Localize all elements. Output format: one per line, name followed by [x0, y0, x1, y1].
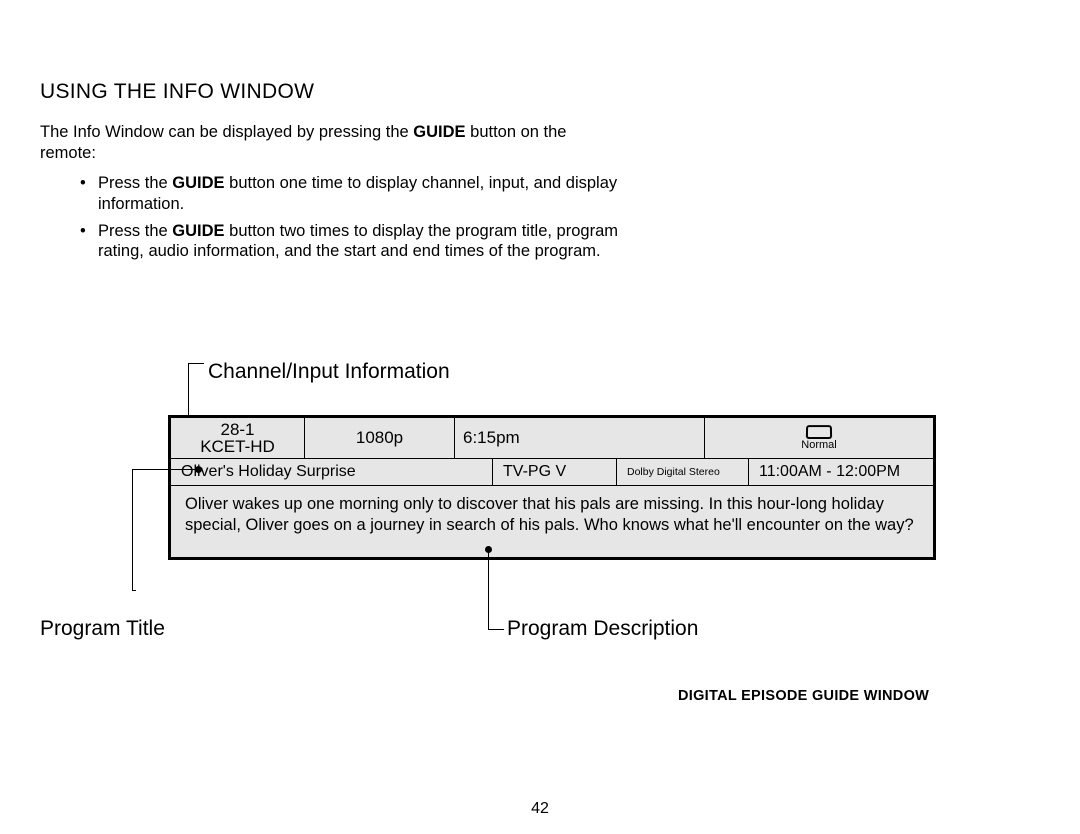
resolution-cell: 1080p — [305, 418, 455, 458]
info-row-program: Oliver's Holiday Surprise TV-PG V Dolby … — [171, 459, 933, 486]
info-row-channel: 28-1 KCET-HD 1080p 6:15pm Normal — [171, 418, 933, 459]
program-description-cell: Oliver wakes up one morning only to disc… — [171, 486, 933, 557]
channel-name: KCET-HD — [200, 438, 275, 455]
section-heading: USING THE INFO WINDOW — [40, 80, 1040, 104]
leader-line — [132, 469, 198, 470]
bullet-text-a: Press the — [98, 174, 172, 192]
list-item: • Press the GUIDE button one time to dis… — [80, 173, 620, 214]
leader-line — [488, 549, 489, 629]
aspect-label: Normal — [801, 440, 836, 451]
callout-program-description: Program Description — [507, 617, 698, 641]
clock-cell: 6:15pm — [455, 418, 705, 458]
callout-channel-info: Channel/Input Information — [208, 360, 450, 384]
intro-text-a: The Info Window can be displayed by pres… — [40, 123, 413, 141]
leader-line — [188, 363, 204, 364]
list-item: • Press the GUIDE button two times to di… — [80, 221, 620, 262]
program-title-cell: Oliver's Holiday Surprise — [171, 459, 493, 485]
page-number: 42 — [0, 800, 1080, 818]
bullet-text-a: Press the — [98, 222, 172, 240]
info-window: 28-1 KCET-HD 1080p 6:15pm Normal Oliver'… — [168, 415, 936, 560]
intro-text-bold: GUIDE — [413, 123, 465, 141]
leader-line — [132, 469, 133, 590]
bullet-list: • Press the GUIDE button one time to dis… — [80, 173, 620, 262]
times-cell: 11:00AM - 12:00PM — [749, 459, 933, 485]
channel-cell: 28-1 KCET-HD — [171, 418, 305, 458]
bullet-text-bold: GUIDE — [172, 222, 224, 240]
leader-line — [488, 629, 504, 630]
rating-cell: TV-PG V — [493, 459, 617, 485]
bullet-icon: • — [80, 221, 98, 262]
bullet-icon: • — [80, 173, 98, 214]
aspect-cell: Normal — [705, 418, 933, 458]
aspect-icon — [806, 425, 832, 439]
channel-number: 28-1 — [220, 421, 254, 438]
leader-dot-icon — [195, 466, 202, 473]
audio-cell: Dolby Digital Stereo — [617, 459, 749, 485]
leader-line — [132, 590, 136, 591]
figure-caption: DIGITAL EPISODE GUIDE WINDOW — [678, 688, 929, 704]
bullet-text-bold: GUIDE — [172, 174, 224, 192]
callout-program-title: Program Title — [40, 617, 165, 641]
leader-dot-icon — [485, 546, 492, 553]
intro-paragraph: The Info Window can be displayed by pres… — [40, 122, 600, 163]
